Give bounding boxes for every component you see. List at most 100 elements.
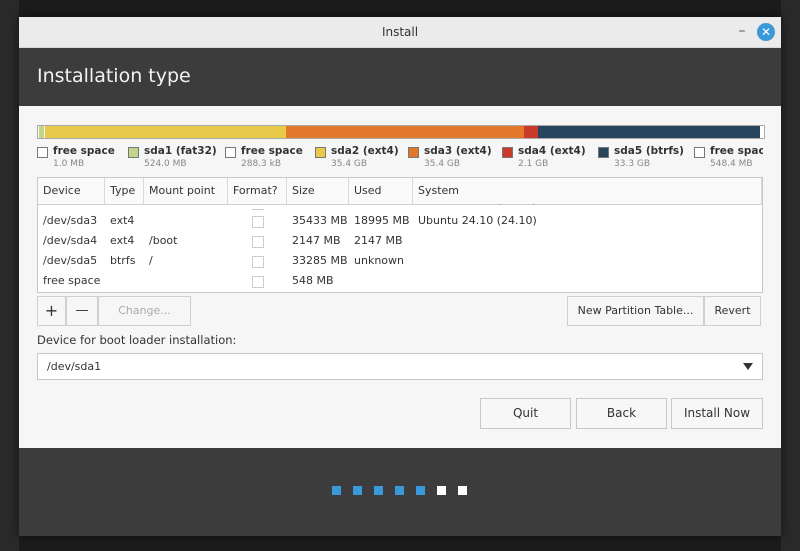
progress-dot — [353, 486, 362, 495]
partition-bar-segment — [523, 126, 539, 138]
table-row[interactable]: /dev/sda4 ext4/boot 2147 MB 2147 MB — [38, 231, 762, 251]
table-cell: free space — [43, 274, 101, 287]
column-header[interactable]: System — [413, 178, 762, 204]
table-cell: ext4 — [110, 214, 135, 227]
install-now-button[interactable]: Install Now — [671, 398, 763, 429]
remove-partition-button[interactable]: — — [66, 296, 98, 326]
minimize-button[interactable]: – — [734, 23, 750, 39]
format-checkbox[interactable] — [252, 236, 264, 248]
bootloader-select[interactable]: /dev/sda1 — [37, 353, 763, 380]
table-cell: btrfs — [110, 254, 136, 267]
table-cell: 2147 MB — [292, 234, 341, 247]
legend-swatch — [315, 147, 326, 158]
table-row[interactable]: /dev/sda5 btrfs / 33285 MB unknown — [38, 251, 762, 271]
progress-dot — [416, 486, 425, 495]
legend-swatch — [408, 147, 419, 158]
table-row-partial[interactable]: /dev/sda2ext4 35433 MB19795 MBUbuntu 24.1… — [38, 204, 762, 210]
column-header[interactable]: Type — [105, 178, 144, 204]
column-header[interactable]: Device — [38, 178, 105, 204]
table-row[interactable]: free space 548 MB — [38, 271, 762, 291]
close-button[interactable]: ✕ — [757, 23, 775, 41]
table-cell: /boot — [149, 234, 178, 247]
legend-label: free space — [241, 145, 303, 157]
legend-swatch — [598, 147, 609, 158]
table-cell: Ubuntu 24.10 (24.10) — [418, 214, 537, 227]
table-cell: ext4 — [110, 234, 135, 247]
table-cell: /dev/sda2 — [38, 204, 105, 210]
table-cell: Ubuntu 24.10 (24.10) — [413, 204, 762, 210]
legend-size: 33.3 GB — [614, 159, 651, 169]
legend-label: sda2 (ext4) — [331, 145, 399, 157]
partition-bar-segment — [45, 126, 287, 138]
legend-swatch — [694, 147, 705, 158]
table-cell: /dev/sda4 — [43, 234, 98, 247]
table-row[interactable]: /dev/sda3 ext4 35433 MB 18995 MB Ubuntu 24.1… — [38, 211, 762, 231]
back-button[interactable]: Back — [576, 398, 667, 429]
legend-size: 288.3 kB — [241, 159, 282, 169]
legend-swatch — [37, 147, 48, 158]
legend-label: sda3 (ext4) — [424, 145, 492, 157]
table-cell: 19795 MB — [349, 204, 413, 210]
table-cell: 35433 MB — [287, 204, 349, 210]
partition-table[interactable]: Device Type Mount point Format? Size Used Syst… — [37, 177, 763, 293]
bootloader-label: Device for boot loader installation: — [37, 333, 237, 347]
partition-bar-segment — [286, 126, 524, 138]
bootloader-value: /dev/sda1 — [47, 360, 102, 373]
chevron-down-icon — [743, 363, 753, 370]
revert-button[interactable]: Revert — [704, 296, 761, 326]
legend-label: free space — [710, 145, 763, 157]
installer-window: Install – ✕ Installation type free space… — [19, 17, 781, 536]
legend-label: sda1 (fat32) — [144, 145, 217, 157]
table-header: Device Type Mount point Format? Size Used Syst… — [38, 178, 762, 205]
legend-swatch — [225, 147, 236, 158]
table-cell — [144, 204, 228, 210]
column-header[interactable]: Size — [287, 178, 349, 204]
partition-bar-segment — [538, 126, 761, 138]
legend-label: sda5 (btrfs) — [614, 145, 684, 157]
legend-size: 35.4 GB — [331, 159, 368, 169]
partition-bar-segment — [760, 126, 764, 138]
table-cell: 35433 MB — [292, 214, 348, 227]
partition-bar — [37, 125, 765, 139]
format-checkbox[interactable] — [252, 256, 264, 268]
new-partition-table-button[interactable]: New Partition Table... — [567, 296, 704, 326]
table-cell: 548 MB — [292, 274, 334, 287]
table-cell: 33285 MB — [292, 254, 348, 267]
progress-dot — [437, 486, 446, 495]
column-header[interactable]: Used — [349, 178, 413, 204]
legend-size: 1.0 MB — [53, 159, 85, 169]
table-cell: 2147 MB — [354, 234, 403, 247]
desktop-background-right — [781, 0, 800, 551]
table-cell: unknown — [354, 254, 404, 267]
desktop-background — [0, 0, 19, 551]
legend-swatch — [502, 147, 513, 158]
window-title: Install — [381, 25, 419, 39]
table-cell: / — [149, 254, 153, 267]
column-header[interactable]: Format? — [228, 178, 287, 204]
legend-size: 548.4 MB — [710, 159, 753, 169]
progress-dot — [458, 486, 467, 495]
add-partition-button[interactable]: + — [37, 296, 66, 326]
format-checkbox[interactable] — [252, 209, 264, 210]
progress-dot — [332, 486, 341, 495]
column-header[interactable]: Mount point — [144, 178, 228, 204]
legend-size: 2.1 GB — [518, 159, 549, 169]
table-cell — [105, 271, 144, 291]
table-cell: 18995 MB — [354, 214, 410, 227]
format-checkbox[interactable] — [252, 216, 264, 228]
change-partition-button[interactable]: Change... — [98, 296, 191, 326]
format-checkbox[interactable] — [252, 276, 264, 288]
table-cell — [413, 251, 762, 271]
legend-size: 524.0 MB — [144, 159, 187, 169]
table-cell — [413, 231, 762, 251]
legend-label: sda4 (ext4) — [518, 145, 586, 157]
quit-button[interactable]: Quit — [480, 398, 571, 429]
table-cell: /dev/sda3 — [43, 214, 98, 227]
progress-dot — [374, 486, 383, 495]
table-cell: /dev/sda5 — [43, 254, 98, 267]
title-bar: Install – ✕ — [19, 17, 781, 48]
legend-size: 35.4 GB — [424, 159, 461, 169]
partition-legend: free space 1.0 MB sda1 (fat32) 524.0 MB free… — [37, 145, 763, 173]
progress-dot — [395, 486, 404, 495]
legend-label: free space — [53, 145, 115, 157]
